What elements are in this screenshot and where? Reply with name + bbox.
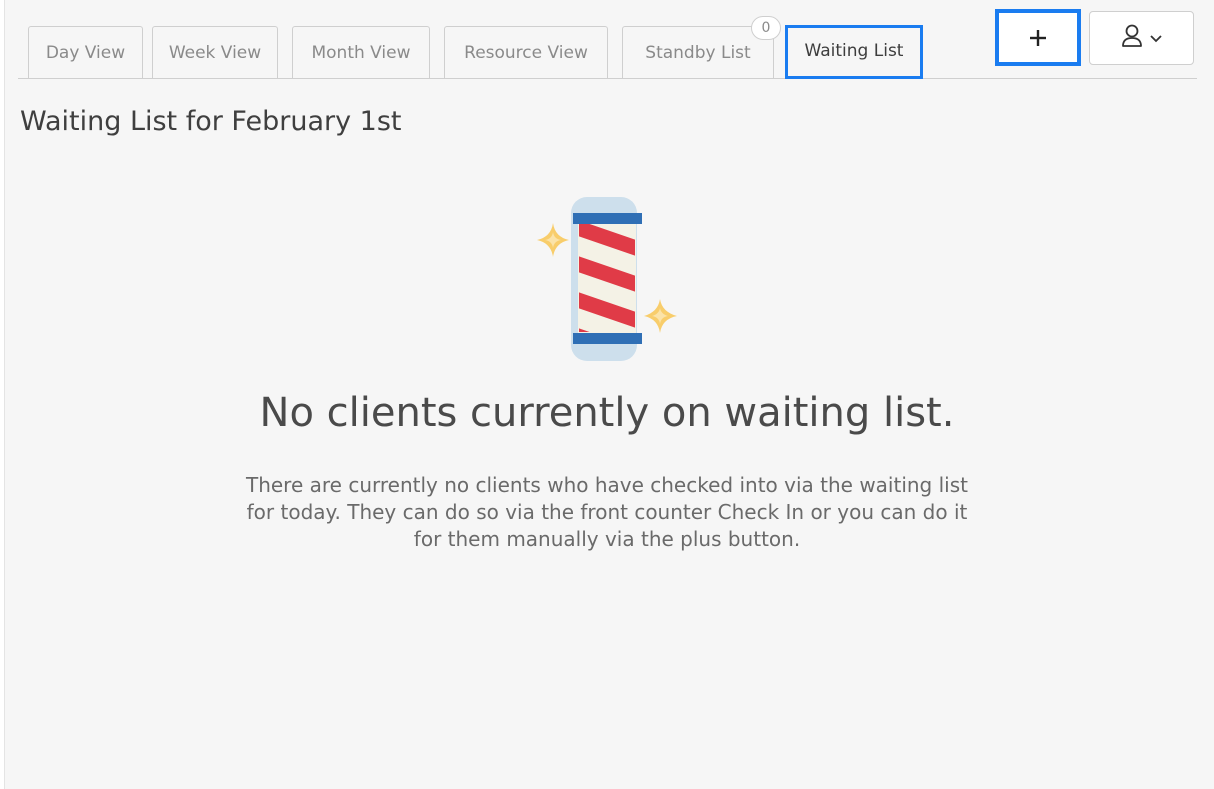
tab-standby-list[interactable]: Standby List: [622, 26, 774, 78]
chevron-down-icon: [1149, 29, 1163, 48]
barber-pole-icon: [520, 190, 700, 370]
plus-icon: [999, 13, 1077, 62]
user-icon: [1121, 24, 1143, 52]
tab-resource-view[interactable]: Resource View: [444, 26, 608, 78]
tab-waiting-list[interactable]: Waiting List: [785, 25, 923, 79]
page-title: Waiting List for February 1st: [20, 106, 402, 137]
tab-week-view[interactable]: Week View: [152, 26, 278, 78]
user-menu-button[interactable]: [1089, 11, 1194, 65]
tab-month-view[interactable]: Month View: [292, 26, 430, 78]
add-client-button[interactable]: [995, 9, 1081, 66]
standby-count-badge: 0: [751, 16, 781, 40]
empty-state-heading: No clients currently on waiting list.: [259, 390, 955, 436]
tab-day-view[interactable]: Day View: [28, 26, 143, 78]
empty-state-description: There are currently no clients who have …: [245, 473, 968, 551]
